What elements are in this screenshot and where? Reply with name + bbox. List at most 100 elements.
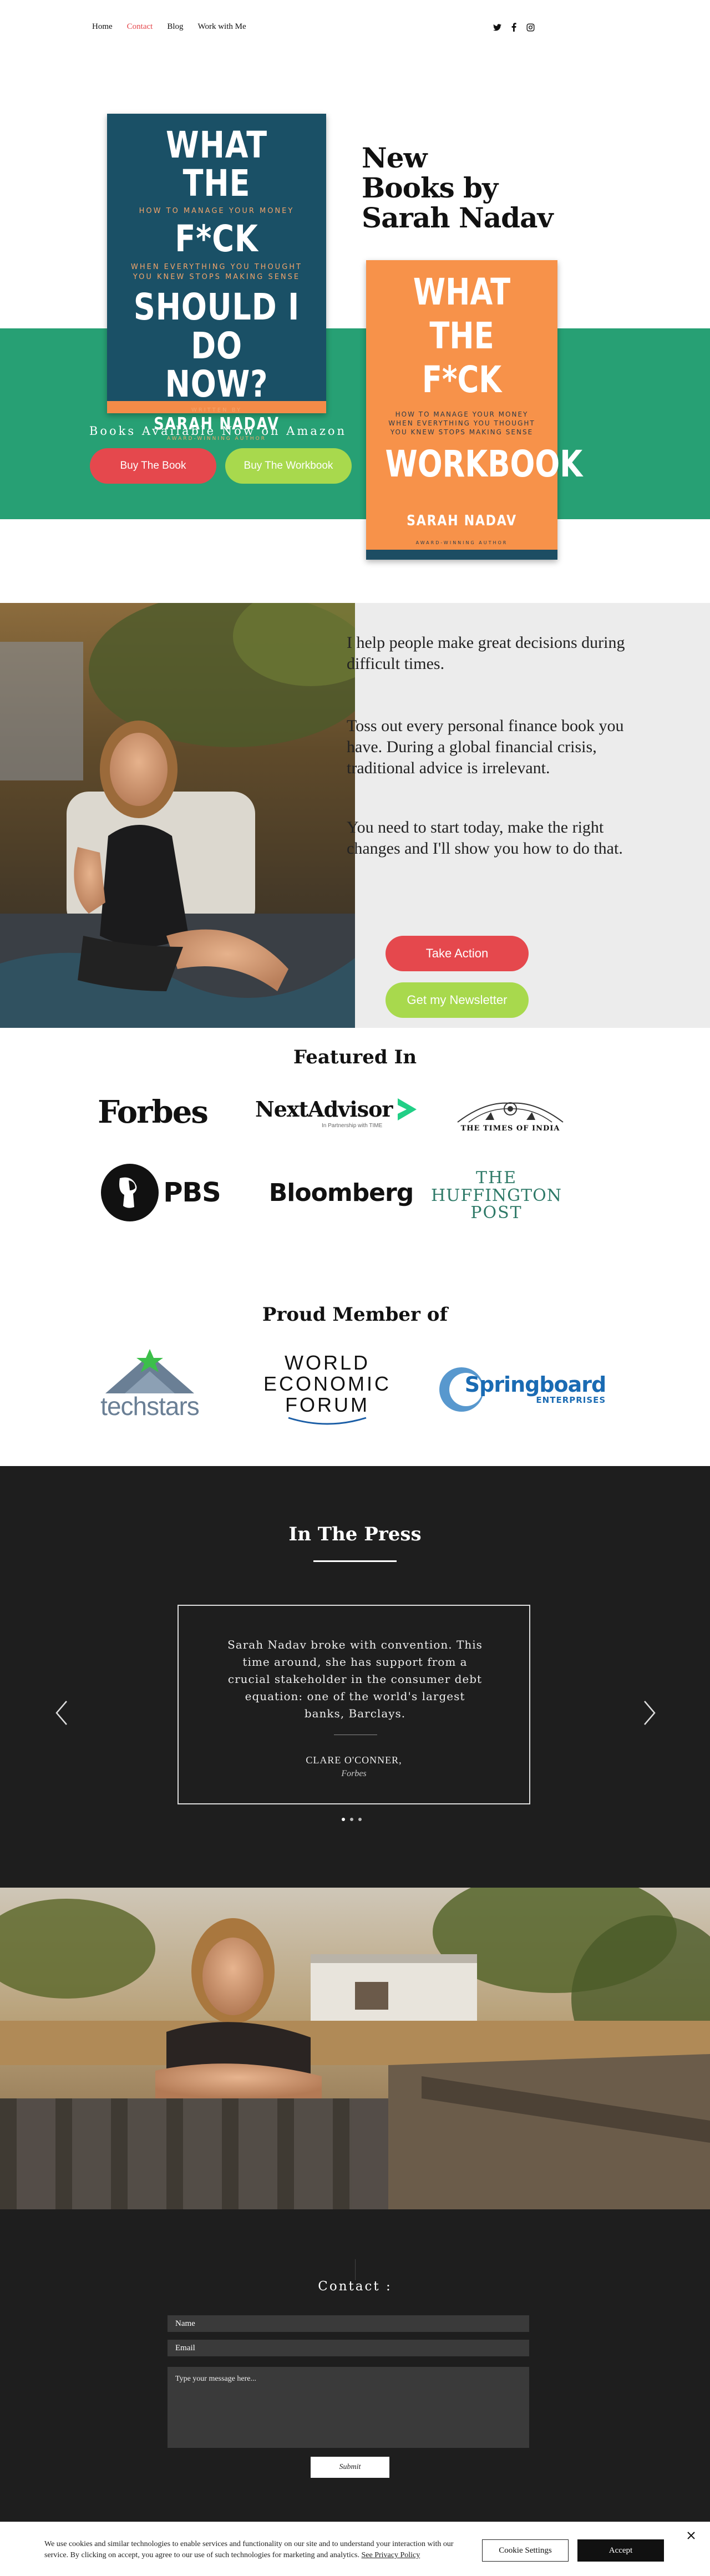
book-cover-workbook[interactable]: WHAT THE F*CK HOW TO MANAGE YOUR MONEY W…	[366, 260, 583, 560]
pbs-head-icon	[101, 1164, 159, 1221]
site-header: Home Contact Blog Work with Me	[0, 0, 710, 55]
nav-contact[interactable]: Contact	[127, 22, 153, 32]
forbes-logo-text: Forbes	[98, 1094, 209, 1130]
pbs-logo-text: PBS	[163, 1177, 221, 1208]
book2-title-line2: F*CK	[422, 358, 502, 402]
wef-line1: WORLD	[285, 1351, 370, 1375]
main-nav: Home Contact Blog Work with Me	[92, 22, 246, 32]
bloomberg-logo: Bloomberg	[261, 1170, 422, 1215]
featured-title: Featured In	[293, 1046, 417, 1068]
huffington-post-logo: THE HUFFINGTON POST	[430, 1165, 563, 1226]
book2-title-line3: WORKBOOK	[385, 443, 583, 486]
press-section: In The Press Sarah Nadav broke with conv…	[0, 1466, 710, 1888]
hero-title-line1: New	[362, 141, 428, 174]
facebook-icon[interactable]	[509, 23, 518, 32]
name-field[interactable]: Name	[168, 2315, 529, 2332]
carousel-dot[interactable]	[350, 1818, 353, 1821]
forbes-logo: Forbes	[92, 1090, 214, 1134]
hero-title-line3: Sarah Nadav	[362, 201, 554, 234]
book2-subtitle-3: YOU KNEW STOPS MAKING SENSE	[390, 428, 534, 436]
about-paragraph-2: Toss out every personal finance book you…	[347, 717, 624, 777]
books-available-text: Books Available Now on Amazon	[89, 424, 347, 438]
book1-subtitle-2: WHEN EVERYTHING YOU THOUGHT	[130, 263, 302, 272]
book-cover-what-the-fck[interactable]: WHAT THE HOW TO MANAGE YOUR MONEY F*CK W…	[107, 114, 326, 442]
social-links	[493, 23, 535, 32]
carousel-next-arrow-icon[interactable]	[641, 1699, 658, 1727]
wef-arc-icon	[288, 1417, 367, 1425]
wef-line3: FORUM	[285, 1393, 369, 1416]
techstars-star-mountain-icon	[105, 1349, 194, 1393]
times-of-india-text: THE TIMES OF INDIA	[460, 1124, 560, 1133]
portrait-photo	[0, 603, 355, 1028]
submit-button[interactable]: Submit	[311, 2457, 389, 2478]
carousel-dot[interactable]	[342, 1818, 345, 1821]
buy-book-button[interactable]: Buy The Book	[90, 448, 216, 484]
book1-written-by: WRITTEN BY	[191, 407, 242, 414]
book1-subtitle-1: HOW TO MANAGE YOUR MONEY	[139, 206, 295, 215]
carousel-pagination	[342, 1818, 362, 1821]
cookie-text: We use cookies and similar technologies …	[44, 2539, 455, 2561]
instagram-icon[interactable]	[526, 23, 535, 32]
book1-title-line2: F*CK	[175, 217, 258, 260]
nextadvisor-logo-text: NextAdvisor	[255, 1097, 393, 1122]
contact-title: Contact :	[318, 2279, 392, 2294]
nav-home[interactable]: Home	[92, 22, 113, 32]
nextadvisor-sub: In Partnership with TIME	[322, 1122, 383, 1129]
nav-blog[interactable]: Blog	[167, 22, 183, 32]
book1-subtitle-3: YOU KNEW STOPS MAKING SENSE	[133, 273, 301, 282]
close-icon[interactable]	[686, 2530, 697, 2541]
about-paragraph-1: I help people make great decisions durin…	[347, 633, 625, 673]
huffpost-line3: POST	[470, 1203, 523, 1223]
book2-subtitle-2: WHEN EVERYTHING YOU THOUGHT	[388, 419, 535, 427]
message-field[interactable]: Type your message here...	[168, 2367, 529, 2448]
press-title-underline	[313, 1560, 397, 1562]
hero-green-band	[0, 328, 710, 519]
hero-title-line2: Books by	[362, 171, 498, 204]
hero-title: New Books by Sarah Nadav	[362, 143, 561, 233]
nextadvisor-arrow-icon	[398, 1098, 417, 1120]
book2-author: SARAH NADAV	[407, 513, 517, 530]
take-action-button[interactable]: Take Action	[386, 936, 529, 971]
book1-title-line1: WHAT THE	[166, 124, 267, 205]
email-field[interactable]: Email	[168, 2340, 529, 2356]
press-title: In The Press	[288, 1523, 422, 1545]
press-quote-author: CLARE O'CONNER,	[306, 1754, 402, 1766]
twitter-icon[interactable]	[493, 23, 501, 32]
book2-award: AWARD-WINNING AUTHOR	[415, 540, 508, 546]
about-paragraph-3: You need to start today, make the right …	[347, 818, 623, 858]
huffpost-line1: THE	[475, 1168, 518, 1188]
cookie-banner: We use cookies and similar technologies …	[0, 2522, 710, 2576]
springboard-logo: Springboard ENTERPRISES	[438, 1359, 610, 1420]
world-economic-forum-logo: WORLD ECONOMIC FORUM	[255, 1348, 399, 1431]
contact-divider	[355, 2259, 356, 2280]
newsletter-button[interactable]: Get my Newsletter	[386, 982, 529, 1018]
press-quote-source: Forbes	[341, 1769, 367, 1778]
contact-section: Contact : Name Email Type your message h…	[0, 2209, 710, 2576]
wef-line2: ECONOMIC	[263, 1372, 391, 1396]
book2-title-line1: WHAT THE	[413, 271, 511, 358]
techstars-logo-text: techstars	[100, 1392, 200, 1421]
press-quote-card: Sarah Nadav broke with convention. This …	[178, 1605, 530, 1804]
accept-cookies-button[interactable]: Accept	[577, 2539, 664, 2562]
book2-subtitle-1: HOW TO MANAGE YOUR MONEY	[395, 410, 529, 418]
techstars-logo: techstars	[89, 1345, 211, 1423]
nav-work-with-me[interactable]: Work with Me	[198, 22, 246, 32]
press-quote-text: Sarah Nadav broke with convention. This …	[227, 1638, 483, 1720]
springboard-sub: ENTERPRISES	[536, 1395, 606, 1405]
springboard-logo-text: Springboard	[464, 1372, 606, 1397]
buy-workbook-button[interactable]: Buy The Workbook	[225, 448, 352, 484]
cookie-settings-button[interactable]: Cookie Settings	[482, 2539, 569, 2562]
member-title: Proud Member of	[262, 1304, 448, 1326]
bloomberg-logo-text: Bloomberg	[268, 1178, 414, 1207]
times-of-india-crest-icon	[457, 1102, 564, 1123]
privacy-policy-link[interactable]: See Privacy Policy	[361, 2551, 420, 2559]
carousel-prev-arrow-icon[interactable]	[53, 1699, 70, 1727]
fence-portrait-photo	[0, 1888, 710, 2209]
book1-title-line3: SHOULD I DO	[133, 286, 300, 367]
book1-title-line4: NOW?	[165, 363, 268, 406]
nextadvisor-logo: NextAdvisor In Partnership with TIME	[255, 1093, 433, 1132]
carousel-dot[interactable]	[358, 1818, 362, 1821]
times-of-india-logo: THE TIMES OF INDIA	[447, 1093, 574, 1137]
pbs-logo: PBS	[100, 1159, 222, 1226]
huffpost-line2: HUFFINGTON	[431, 1185, 562, 1205]
